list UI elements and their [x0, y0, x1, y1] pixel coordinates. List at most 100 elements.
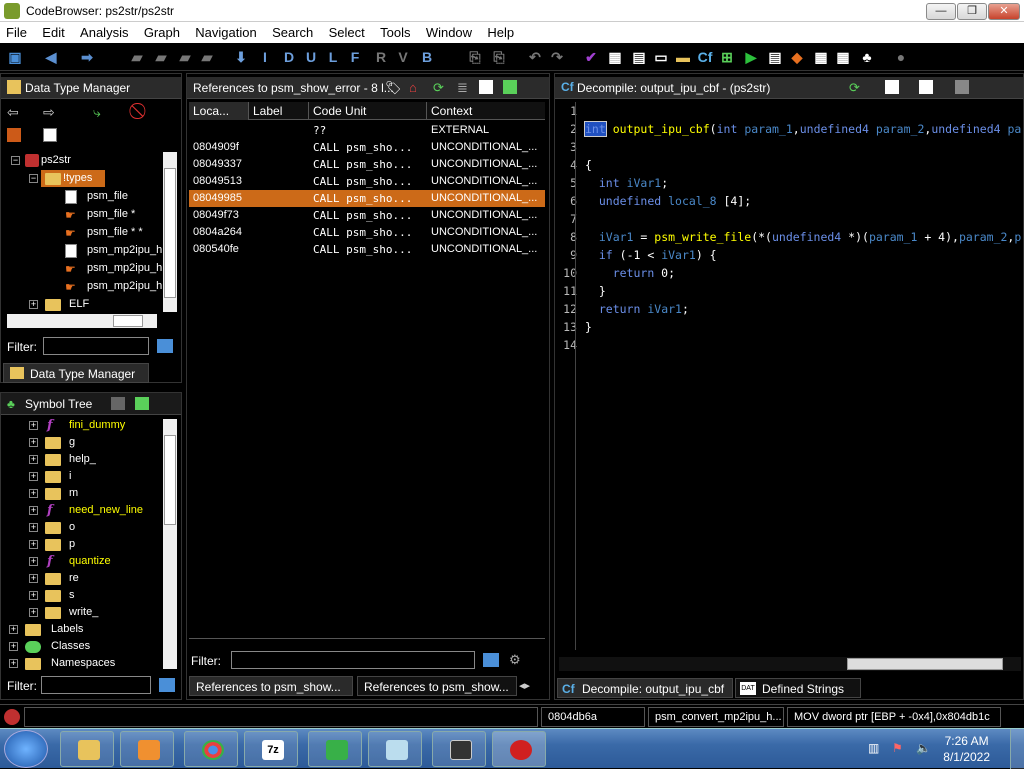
dtm-tree-item[interactable]: ☛ psm_mp2ipu_h	[1, 260, 162, 277]
nav-V-button[interactable]: V	[394, 48, 412, 66]
symbol-tree-item[interactable]: + f need_new_line	[1, 502, 161, 519]
dtm-forward-icon[interactable]: ⇨	[43, 104, 55, 121]
symbol-tree-item[interactable]: + re	[1, 570, 161, 587]
menu-file[interactable]: File	[0, 22, 33, 40]
refresh-icon[interactable]: ⟳	[433, 80, 444, 96]
nav-icon-3[interactable]: ▰	[176, 48, 194, 66]
symbol-tree-item-labels[interactable]: + Labels	[1, 621, 161, 638]
volume-icon[interactable]: 🔈	[916, 741, 931, 755]
columns-icon[interactable]: ≣	[457, 80, 468, 96]
taskbar-chrome[interactable]	[184, 731, 238, 767]
column-label[interactable]: Label	[249, 102, 309, 120]
run-icon[interactable]: ▶	[742, 48, 760, 66]
undo-icon[interactable]: ↶	[526, 48, 544, 66]
taskbar-explorer[interactable]	[60, 731, 114, 767]
symbol-tree-item[interactable]: + g	[1, 434, 161, 451]
decompile-hscrollbar[interactable]	[559, 657, 1021, 671]
dtm-archive-icon[interactable]: ⤷	[93, 104, 101, 121]
diamond-icon[interactable]: ◆	[788, 48, 806, 66]
clock[interactable]: 7:26 AM 8/1/2022	[943, 733, 990, 765]
chart-icon[interactable]: ▦	[834, 48, 852, 66]
memory-icon[interactable]: ▤	[630, 48, 648, 66]
menu-search[interactable]: Search	[266, 22, 319, 40]
close-button[interactable]: ✕	[988, 3, 1020, 20]
redo-icon[interactable]: ↷	[548, 48, 566, 66]
bytes-icon[interactable]: ▦	[606, 48, 624, 66]
decompile-copy-icon[interactable]	[885, 80, 899, 94]
menu-edit[interactable]: Edit	[36, 22, 70, 40]
decompile-edit-icon[interactable]	[919, 80, 933, 94]
dtm-filter-icon[interactable]	[7, 128, 21, 142]
nav-I-button[interactable]: I	[256, 48, 274, 66]
nav-U-button[interactable]: U	[302, 48, 320, 66]
tree-icon[interactable]: ♣	[858, 48, 876, 66]
nav-icon-4[interactable]: ▰	[198, 48, 216, 66]
column-context[interactable]: Context	[427, 102, 545, 120]
nav-icon-1[interactable]: ▰	[128, 48, 146, 66]
show-desktop-button[interactable]	[1010, 729, 1024, 769]
taskbar-7zip[interactable]: 7z	[244, 731, 298, 767]
decompiler-icon[interactable]: Cf	[696, 48, 714, 66]
tag-icon[interactable]: 🏷	[385, 80, 402, 96]
table-row[interactable]: 08049f73 CALL psm_sho... UNCONDITIONAL_...	[189, 207, 545, 224]
symbol-tree-item[interactable]: + f fini_dummy	[1, 417, 161, 434]
menu-tools[interactable]: Tools	[374, 22, 416, 40]
start-button[interactable]	[4, 730, 48, 768]
dtm-tree-item[interactable]: psm_mp2ipu_h	[1, 242, 162, 259]
symbol-tree-item[interactable]: + m	[1, 485, 161, 502]
minimize-button[interactable]: —	[926, 3, 956, 20]
symbol-tree-action-icon[interactable]	[111, 397, 125, 410]
dtm-hscrollbar[interactable]	[7, 314, 157, 328]
copy-icon[interactable]: ⎘	[466, 48, 484, 66]
menu-navigation[interactable]: Navigation	[189, 22, 262, 40]
dtm-tree-item[interactable]: psm_file	[1, 188, 161, 205]
table-row[interactable]: 0804909f CALL psm_sho... UNCONDITIONAL_...	[189, 139, 545, 156]
table-row[interactable]: 0804a264 CALL psm_sho... UNCONDITIONAL_...	[189, 224, 545, 241]
column-code-unit[interactable]: Code Unit	[309, 102, 427, 120]
taskbar-terminal[interactable]	[432, 731, 486, 767]
forward-arrow-icon[interactable]: ➡	[78, 48, 96, 66]
nav-F-button[interactable]: F	[346, 48, 364, 66]
dtm-tab[interactable]: Data Type Manager	[3, 363, 149, 383]
table-row-selected[interactable]: 08049985 CALL psm_sho... UNCONDITIONAL_...	[189, 190, 545, 207]
menu-analysis[interactable]: Analysis	[74, 22, 134, 40]
symbol-tree-item[interactable]: + i	[1, 468, 161, 485]
table-icon[interactable]: ▦	[812, 48, 830, 66]
defined-strings-tab[interactable]: DAT Defined Strings	[735, 678, 861, 698]
save-icon[interactable]: ▣	[6, 48, 24, 66]
dtm-tree-item[interactable]: ☛ psm_file * *	[1, 224, 161, 241]
dtm-vscrollbar[interactable]	[163, 152, 177, 312]
table-row[interactable]: 080540fe CALL psm_sho... UNCONDITIONAL_...	[189, 241, 545, 258]
symbol-tree-item[interactable]: + o	[1, 519, 161, 536]
decompile-code-area[interactable]: 1 2 int output_ipu_cbf(int param_1,undefi…	[559, 104, 1021, 652]
tab-scroll-icon[interactable]: ◂▸	[519, 679, 530, 692]
dtm-filter-options-icon[interactable]	[157, 339, 173, 353]
dtm-tree-types[interactable]: − !types	[1, 170, 161, 187]
snapshot-icon[interactable]: ●	[892, 48, 910, 66]
symbol-tree-vscrollbar[interactable]	[163, 419, 177, 669]
check-icon[interactable]: ✔	[582, 48, 600, 66]
maximize-button[interactable]: ❐	[957, 3, 987, 20]
dtm-tree-item[interactable]: ☛ psm_file *	[1, 206, 161, 223]
snapshot-icon[interactable]	[479, 80, 493, 94]
nav-D-button[interactable]: D	[280, 48, 298, 66]
dtm-hscroll-thumb[interactable]	[113, 315, 143, 327]
decompile-tab[interactable]: Cf Decompile: output_ipu_cbf	[557, 678, 733, 698]
symbol-tree-item[interactable]: + write_	[1, 604, 161, 621]
flag-icon[interactable]: ⚑	[892, 741, 906, 755]
symbol-tree-item-classes[interactable]: + Classes	[1, 638, 161, 655]
symbol-filter-input[interactable]	[41, 676, 151, 694]
folder-icon[interactable]: ▬	[674, 48, 692, 66]
references-tab-2[interactable]: References to psm_show...	[357, 676, 517, 696]
symbol-tree-item-namespaces[interactable]: + Namespaces	[1, 655, 161, 671]
symbol-tree-item[interactable]: + f quantize	[1, 553, 161, 570]
menu-help[interactable]: Help	[481, 22, 520, 40]
nav-B-button[interactable]: B	[418, 48, 436, 66]
nav-R-icon[interactable]: R	[372, 48, 390, 66]
nav-L-button[interactable]: L	[324, 48, 342, 66]
references-filter-options-icon[interactable]	[483, 653, 499, 667]
down-arrow-icon[interactable]: ⬇	[232, 48, 250, 66]
paste-icon[interactable]: ⎘	[490, 48, 508, 66]
table-row[interactable]: ?? EXTERNAL	[189, 122, 545, 139]
decompile-refresh-icon[interactable]: ⟳	[849, 80, 860, 96]
